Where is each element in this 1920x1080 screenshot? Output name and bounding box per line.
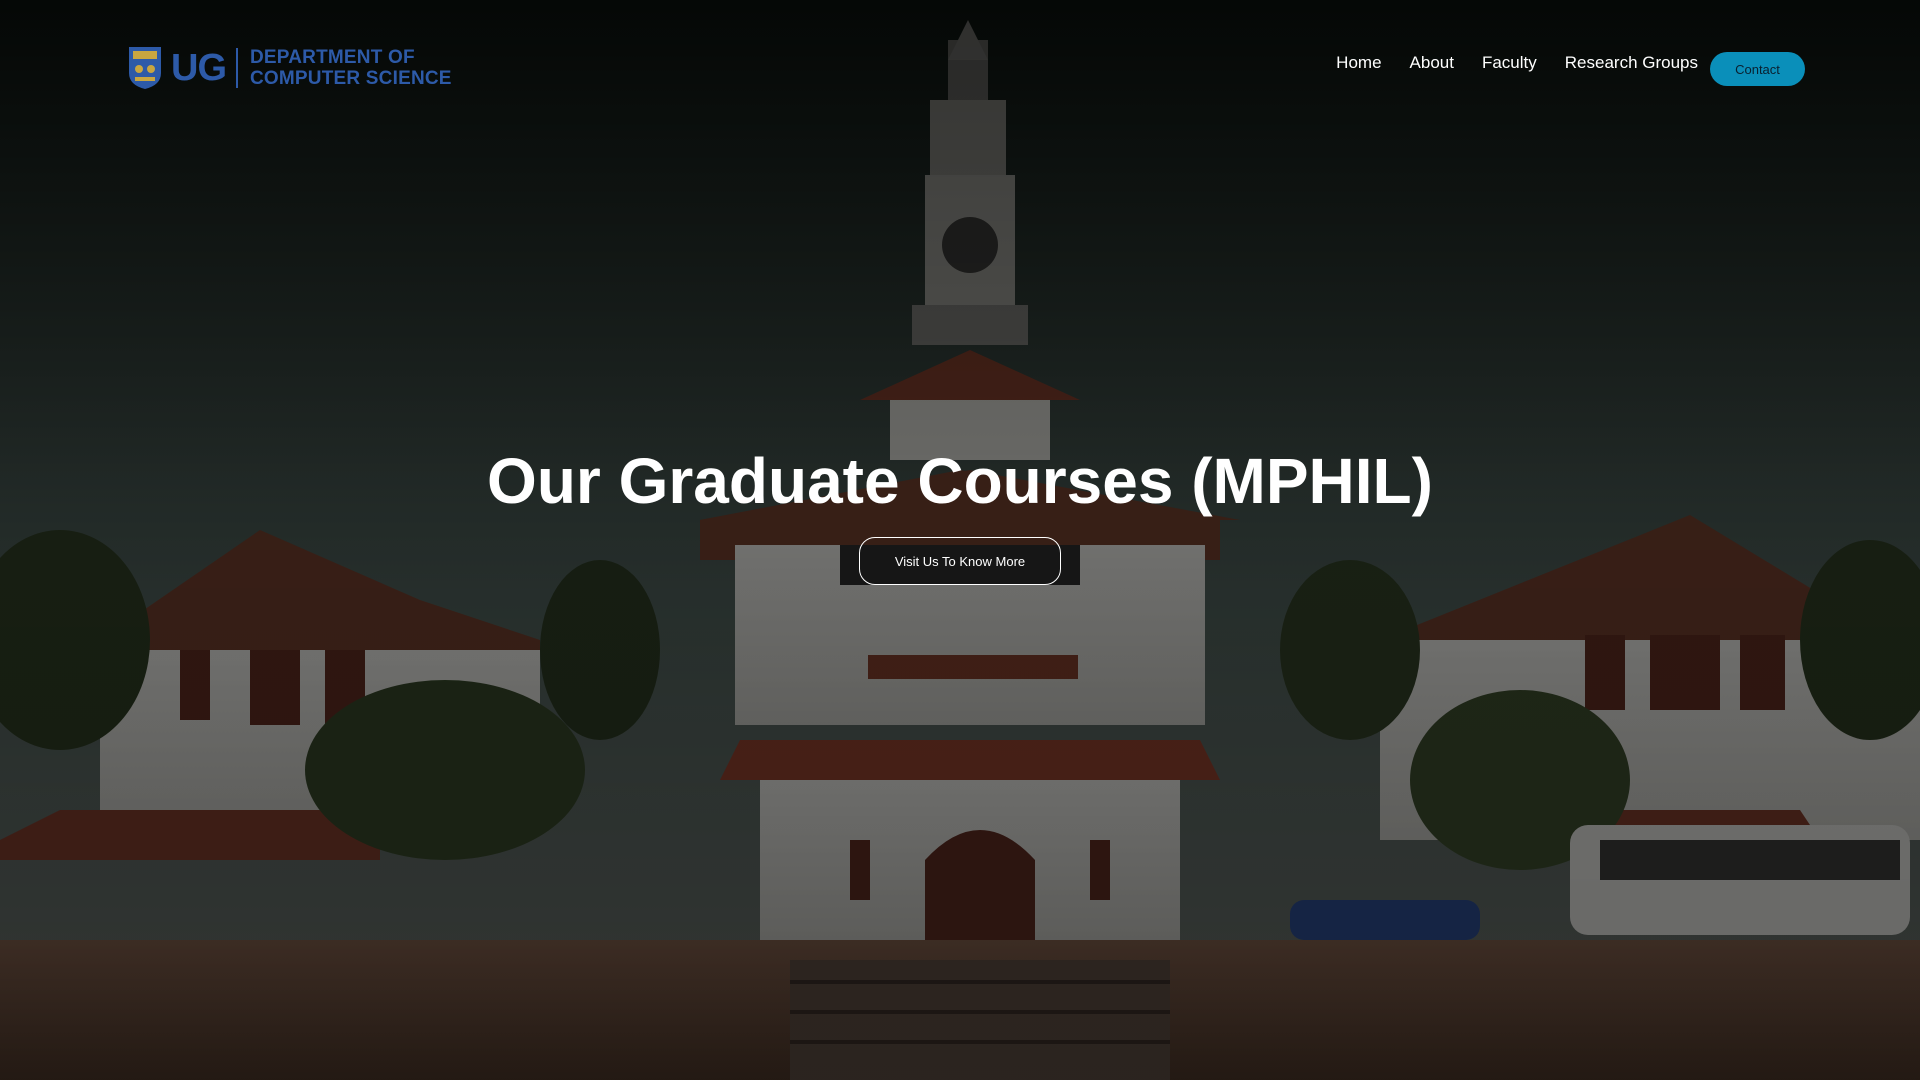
university-crest-icon [129,47,161,89]
site-header: UG DEPARTMENT OF COMPUTER SCIENCE Home A… [0,0,1920,140]
visit-us-button[interactable]: Visit Us To Know More [859,537,1061,585]
hero-title: Our Graduate Courses (MPHIL) [487,445,1433,517]
hero-section: UG DEPARTMENT OF COMPUTER SCIENCE Home A… [0,0,1920,1080]
nav-faculty[interactable]: Faculty [1482,52,1537,74]
logo-ug-text: UG [171,46,227,89]
nav-about[interactable]: About [1410,52,1454,74]
main-nav: Home About Faculty Research Groups [1308,52,1698,74]
nav-research-groups[interactable]: Research Groups [1565,52,1698,74]
nav-home[interactable]: Home [1336,52,1381,74]
site-logo[interactable]: UG DEPARTMENT OF COMPUTER SCIENCE [127,44,452,92]
logo-dept-line1: DEPARTMENT OF [250,47,415,68]
logo-department-name: DEPARTMENT OF COMPUTER SCIENCE [250,47,452,89]
contact-button[interactable]: Contact [1710,52,1805,86]
logo-divider [236,48,238,88]
logo-dept-line2: COMPUTER SCIENCE [250,68,452,89]
